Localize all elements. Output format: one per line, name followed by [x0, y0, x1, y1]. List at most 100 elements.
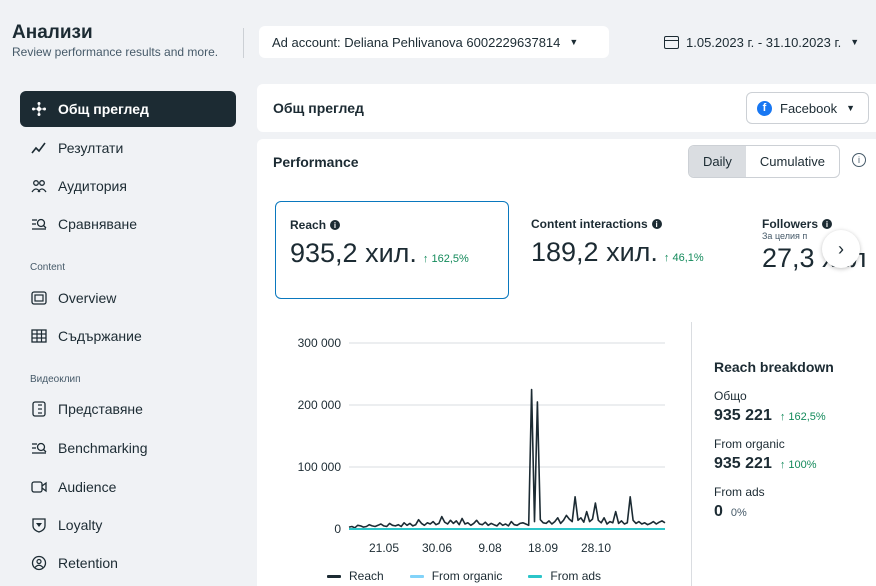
shield-icon — [30, 516, 48, 534]
facebook-icon: f — [757, 100, 772, 116]
x-tick-label: 9.08 — [478, 541, 502, 555]
info-icon[interactable]: i — [330, 220, 341, 230]
legend-label: From ads — [550, 569, 602, 583]
sidebar-item-label: Сравняване — [58, 216, 138, 232]
page-header: Анализи Review performance results and m… — [0, 0, 876, 80]
sidebar-item-label: Overview — [58, 290, 117, 306]
compare-icon — [30, 439, 48, 457]
sidebar-item-content-overview[interactable]: Overview — [20, 280, 236, 316]
legend-swatch — [409, 574, 424, 578]
results-icon — [30, 139, 48, 157]
next-metric-button[interactable]: › — [822, 230, 860, 268]
sidebar-item-loyalty[interactable]: Loyalty — [20, 507, 236, 543]
toggle-cumulative[interactable]: Cumulative — [746, 146, 839, 177]
gallery-icon — [30, 289, 48, 307]
sidebar-item-label: Benchmarking — [58, 440, 148, 456]
sidebar-item-label: Общ преглед — [58, 101, 149, 117]
section-label-content: Content — [30, 262, 66, 273]
chevron-right-icon: › — [838, 238, 844, 259]
metric-card-reach[interactable]: Reach i 935,2 хил. ↑ 162,5% — [275, 201, 509, 299]
metric-label-text: Reach — [290, 218, 327, 232]
breakdown-value-text: 935 221 — [714, 407, 772, 424]
platform-select[interactable]: f Facebook ▼ — [746, 92, 869, 124]
toggle-daily[interactable]: Daily — [689, 146, 746, 177]
y-tick-label: 300 000 — [298, 336, 342, 350]
breakdown-value: 935 221 ↑ 100% — [714, 455, 874, 473]
y-tick-label: 0 — [334, 522, 341, 536]
breakdown-change: ↑ 162,5% — [779, 411, 826, 423]
sidebar-item-label: Представяне — [58, 401, 143, 417]
x-tick-label: 28.10 — [581, 541, 611, 555]
sidebar-item-label: Loyalty — [58, 517, 103, 533]
sidebar-item-audience[interactable]: Аудитория — [20, 168, 236, 204]
legend-item-reach[interactable]: Reach — [327, 569, 384, 583]
info-icon[interactable]: i — [822, 219, 833, 229]
audience-icon — [30, 177, 48, 195]
x-tick-label: 21.05 — [369, 541, 399, 555]
breakdown-label: From ads — [714, 485, 765, 499]
page-subtitle: Review performance results and more. — [12, 45, 219, 59]
breakdown-value: 0 0% — [714, 503, 874, 521]
ad-account-label: Ad account: Deliana Pehlivanova 60022296… — [272, 34, 561, 50]
metric-value: 189,2 хил. ↑ 46,1% — [531, 237, 741, 268]
metric-change: ↑ 162,5% — [422, 253, 469, 265]
metric-label-text: Content interactions — [531, 217, 648, 231]
section-title: Общ преглед — [273, 100, 364, 116]
sidebar-item-label: Retention — [58, 555, 118, 571]
metric-label-text: Followers — [762, 217, 819, 231]
metric-value-text: 189,2 хил. — [531, 237, 658, 267]
breakdown-title: Reach breakdown — [714, 359, 834, 375]
sidebar-item-compare[interactable]: Сравняване — [20, 206, 236, 242]
sidebar-item-label: Аудитория — [58, 178, 127, 194]
overview-header: Общ преглед f Facebook ▼ — [257, 84, 876, 132]
sidebar-item-label: Audience — [58, 479, 117, 495]
breakdown-value: 935 221 ↑ 162,5% — [714, 407, 874, 425]
chevron-down-icon: ▼ — [846, 103, 856, 113]
page-title: Анализи — [12, 22, 93, 43]
sidebar-item-benchmarking[interactable]: Benchmarking — [20, 430, 236, 466]
x-tick-label: 18.09 — [528, 541, 558, 555]
overview-icon — [30, 100, 48, 118]
sidebar-item-retention[interactable]: Retention — [20, 545, 236, 581]
retention-icon — [30, 554, 48, 572]
info-icon[interactable]: i — [852, 153, 866, 167]
metric-label: Followers i — [762, 217, 876, 231]
sidebar-item-label: Резултати — [58, 140, 124, 156]
date-range-picker[interactable]: 1.05.2023 г. - 31.10.2023 г. ▼ — [664, 26, 859, 58]
legend-label: Reach — [349, 569, 384, 583]
legend-item-organic[interactable]: From organic — [409, 569, 502, 583]
info-icon[interactable]: i — [651, 219, 662, 229]
video-icon — [30, 478, 48, 496]
sidebar-item-label: Съдържание — [58, 328, 142, 344]
sidebar-item-overview[interactable]: Общ преглед — [20, 91, 236, 127]
legend-swatch — [528, 574, 543, 578]
y-tick-label: 200 000 — [298, 398, 342, 412]
x-tick-label: 30.06 — [422, 541, 452, 555]
metric-label: Content interactions i — [531, 217, 741, 231]
reach-chart: 300 000 200 000 100 000 0 21.05 30.06 9.08 18.0… — [298, 336, 666, 555]
calendar-icon — [664, 35, 679, 49]
reach-breakdown: Reach breakdown Общо 935 221 ↑ 162,5% Fro… — [714, 359, 874, 533]
compare-icon — [30, 215, 48, 233]
performance-title: Performance — [273, 154, 359, 170]
chart-divider — [691, 322, 692, 586]
period-toggle: Daily Cumulative — [688, 145, 840, 178]
metric-value: 935,2 хил. ↑ 162,5% — [290, 238, 494, 269]
ad-account-select[interactable]: Ad account: Deliana Pehlivanova 60022296… — [259, 26, 609, 58]
legend-item-ads[interactable]: From ads — [528, 569, 601, 583]
series-line-reach — [348, 388, 666, 529]
metric-card-content-interactions[interactable]: Content interactions i 189,2 хил. ↑ 46,1% — [531, 201, 741, 299]
performance-card: Performance Daily Cumulative i Reach i 9… — [257, 139, 876, 586]
sidebar-item-video-audience[interactable]: Audience — [20, 469, 236, 505]
metric-subtitle: За целия п — [762, 231, 808, 241]
chevron-down-icon: ▼ — [850, 37, 860, 47]
section-label-video: Видеоклип — [30, 374, 81, 385]
metric-label: Reach i — [290, 218, 494, 232]
sidebar-item-results[interactable]: Резултати — [20, 130, 236, 166]
sidebar-item-content[interactable]: Съдържание — [20, 318, 236, 354]
date-range-label: 1.05.2023 г. - 31.10.2023 г. — [686, 34, 842, 50]
metric-value-text: 935,2 хил. — [290, 238, 417, 268]
metric-change: ↑ 46,1% — [663, 252, 704, 264]
sidebar-item-performance[interactable]: Представяне — [20, 391, 236, 427]
y-tick-label: 100 000 — [298, 460, 342, 474]
